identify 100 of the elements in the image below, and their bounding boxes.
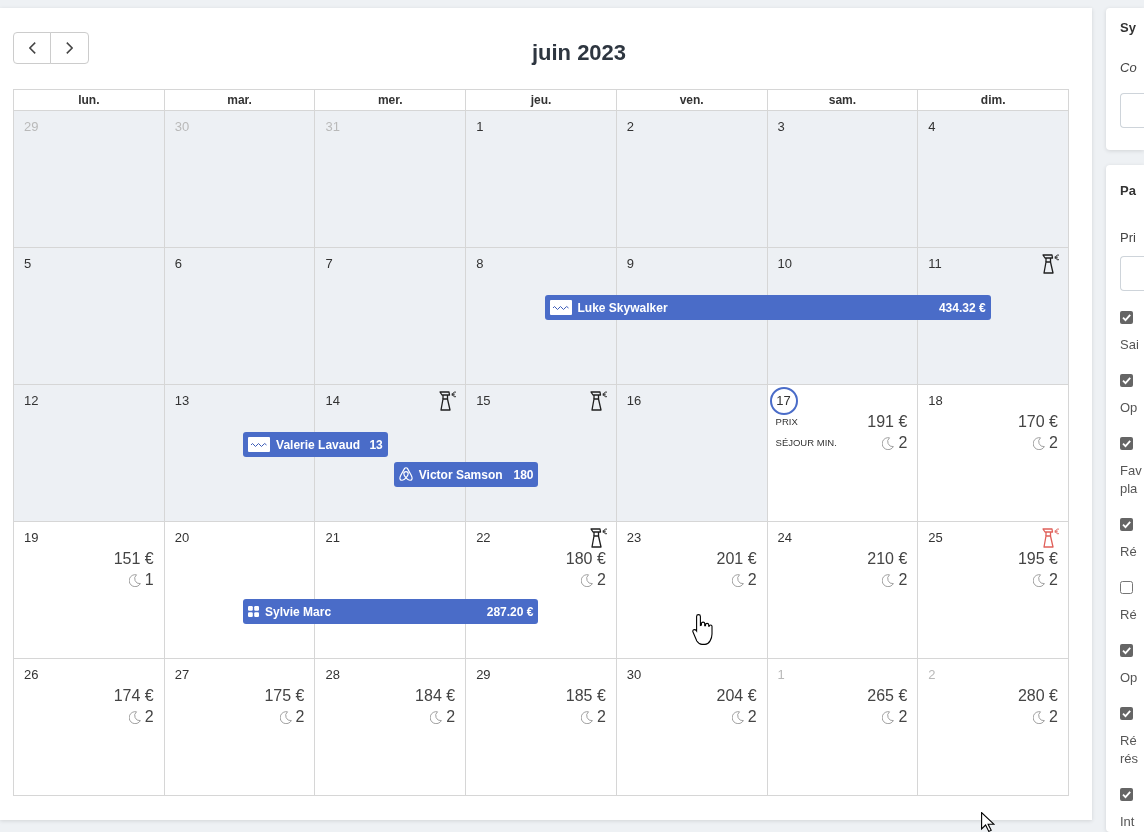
month-title: juin 2023 xyxy=(531,40,627,66)
moon-icon xyxy=(430,710,443,724)
price: 151 € xyxy=(113,549,154,569)
moon-icon xyxy=(128,573,141,587)
day-number: 23 xyxy=(626,530,642,546)
moon-icon xyxy=(882,710,895,724)
day-number: 5 xyxy=(24,256,32,272)
price: 185 € xyxy=(565,686,606,706)
day-number: 30 xyxy=(174,119,190,135)
field-label: Co xyxy=(1120,60,1138,76)
day-number: 29 xyxy=(476,667,491,683)
panel-title: Pa xyxy=(1120,183,1137,199)
panel-title: Sy xyxy=(1120,20,1137,36)
checkbox[interactable] xyxy=(1120,373,1133,387)
day-number: 17 xyxy=(769,387,798,415)
checkbox[interactable] xyxy=(1120,310,1133,324)
price: 184 € xyxy=(415,686,456,706)
description-text: Int xyxy=(1120,813,1136,831)
price: 201 € xyxy=(716,549,757,569)
price: 180 € xyxy=(565,549,606,569)
day-number: 10 xyxy=(777,256,793,272)
price-label: PRIX xyxy=(775,416,798,428)
min-stay: 2 xyxy=(747,707,757,727)
moon-icon xyxy=(1033,710,1046,724)
day-number: 20 xyxy=(174,530,190,546)
description-text: Ré xyxy=(1120,543,1138,561)
day-number: 11 xyxy=(928,256,942,272)
day-number: 24 xyxy=(777,530,793,546)
booking-bar[interactable]: Victor Samson 180 xyxy=(393,462,539,487)
price: 210 € xyxy=(867,549,908,569)
day-number: 26 xyxy=(24,667,39,683)
day-number: 18 xyxy=(928,393,943,409)
min-stay: 2 xyxy=(596,707,606,727)
price: 191 € xyxy=(867,412,908,432)
day-number: 21 xyxy=(325,530,340,546)
day-number: 30 xyxy=(626,667,642,683)
input-field[interactable] xyxy=(1120,256,1144,291)
day-number: 15 xyxy=(476,393,491,409)
checkbox[interactable] xyxy=(1120,643,1133,657)
price: 265 € xyxy=(867,686,908,706)
min-stay: 2 xyxy=(898,570,908,590)
day-number: 3 xyxy=(777,119,785,135)
min-stay: 2 xyxy=(596,570,606,590)
min-stay: 2 xyxy=(898,433,908,453)
day-number: 31 xyxy=(325,119,340,135)
day-number: 9 xyxy=(626,256,635,272)
day-number: 12 xyxy=(24,393,39,409)
day-number: 25 xyxy=(928,530,943,546)
day-number: 7 xyxy=(325,256,333,272)
price: 280 € xyxy=(1017,686,1058,706)
min-stay: 2 xyxy=(1049,433,1058,453)
min-stay: 2 xyxy=(1049,570,1058,590)
day-number: 1 xyxy=(476,119,484,135)
moon-icon xyxy=(731,710,744,724)
moon-icon xyxy=(1033,436,1046,450)
price: 195 € xyxy=(1017,549,1058,569)
description-text: Fav pla xyxy=(1120,462,1143,498)
moon-icon xyxy=(1033,573,1046,587)
day-number: 2 xyxy=(626,119,635,135)
day-number: 6 xyxy=(174,256,182,272)
day-number: 27 xyxy=(174,667,190,683)
description-text: Ré rés xyxy=(1120,732,1140,768)
min-stay: 2 xyxy=(446,707,456,727)
checkbox[interactable] xyxy=(1120,706,1133,720)
hand-cursor-icon xyxy=(692,614,714,645)
day-number: 22 xyxy=(476,530,491,546)
input-field[interactable] xyxy=(1120,93,1144,128)
price: 175 € xyxy=(264,686,305,706)
chevron-left-icon xyxy=(28,42,36,54)
day-number: 14 xyxy=(325,393,340,409)
day-number: 28 xyxy=(325,667,340,683)
field-label: Pri xyxy=(1120,230,1137,246)
checkbox[interactable] xyxy=(1120,436,1133,450)
moon-icon xyxy=(731,573,744,587)
moon-icon xyxy=(882,573,895,587)
price: 170 € xyxy=(1017,412,1058,432)
booking-bar[interactable]: Sylvie Marc 287.20 € xyxy=(243,599,539,624)
description-text: Ré xyxy=(1120,606,1138,624)
booking-bar[interactable]: Valerie Lavaud 13 xyxy=(243,432,388,457)
day-number: 8 xyxy=(476,256,484,272)
checkbox[interactable] xyxy=(1120,517,1133,531)
min-stay: 2 xyxy=(898,707,908,727)
day-number: 13 xyxy=(174,393,190,409)
min-stay-label: SÉJOUR MIN. xyxy=(775,437,837,449)
moon-icon xyxy=(128,710,141,724)
chevron-right-icon xyxy=(66,42,73,54)
checkbox[interactable] xyxy=(1120,787,1133,801)
day-number: 1 xyxy=(777,667,785,683)
day-number: 4 xyxy=(928,119,936,135)
day-number: 19 xyxy=(24,530,39,546)
description-text: Op xyxy=(1120,669,1139,687)
booking-bar[interactable]: Luke Skywalker 434.32 € xyxy=(544,295,991,320)
day-number: 16 xyxy=(626,393,642,409)
moon-icon xyxy=(279,710,292,724)
min-stay: 2 xyxy=(1049,707,1058,727)
min-stay: 2 xyxy=(295,707,305,727)
min-stay: 1 xyxy=(144,570,154,590)
checkbox[interactable] xyxy=(1120,580,1133,594)
price: 174 € xyxy=(113,686,154,706)
min-stay: 2 xyxy=(144,707,154,727)
